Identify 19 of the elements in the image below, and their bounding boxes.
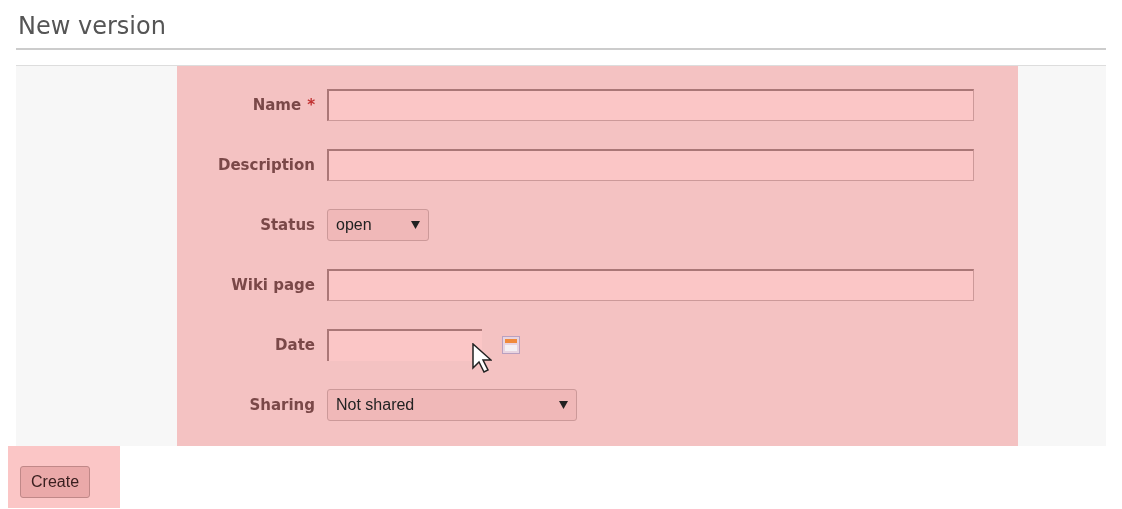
calendar-icon[interactable] <box>502 336 520 354</box>
field-label: Description <box>217 154 315 176</box>
required-mark: * <box>307 94 315 116</box>
mouse-pointer-icon <box>472 343 492 373</box>
date-field[interactable] <box>327 329 482 361</box>
field-label: Wiki page <box>231 274 315 296</box>
field-label: Name <box>252 94 302 116</box>
field-label: Sharing <box>249 394 315 416</box>
dropdown[interactable]: open <box>327 209 429 241</box>
create-button[interactable]: Create <box>20 466 91 498</box>
text-field[interactable] <box>327 149 974 181</box>
field-label: Status <box>260 214 315 236</box>
caret-icon <box>559 401 568 409</box>
field-label: Date <box>275 334 315 356</box>
dropdown[interactable]: Not shared <box>327 389 577 421</box>
caret-icon <box>411 221 420 229</box>
text-field[interactable] <box>327 89 974 121</box>
text-field[interactable] <box>327 269 974 301</box>
page-title: New version <box>17 11 167 42</box>
